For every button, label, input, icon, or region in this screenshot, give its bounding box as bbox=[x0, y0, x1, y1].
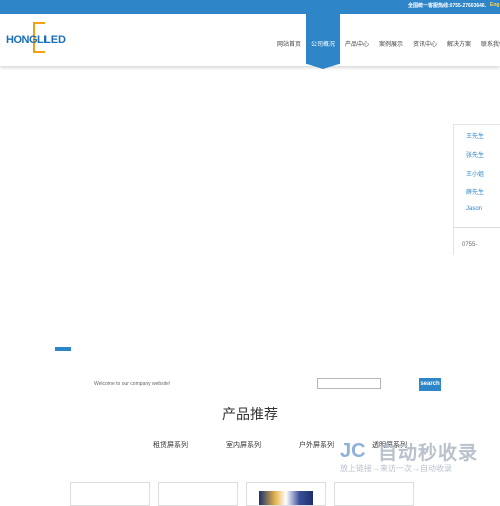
contact-link[interactable]: Jason bbox=[466, 206, 482, 212]
nav-item-company[interactable]: 公司概况 bbox=[306, 14, 340, 69]
watermark-logo: JC bbox=[340, 440, 366, 462]
logo-text-right: LED bbox=[44, 34, 66, 46]
product-image bbox=[259, 491, 313, 505]
top-bar: 全国统一客服热线:0755-27603646. Eng bbox=[0, 0, 500, 14]
search-input[interactable] bbox=[317, 378, 381, 389]
product-card[interactable] bbox=[70, 482, 150, 506]
company-logo[interactable]: HONGLI LED bbox=[6, 22, 68, 56]
category-tab-indoor[interactable]: 室内屏系列 bbox=[226, 440, 261, 450]
nav-item-contact[interactable]: 联系我们 bbox=[476, 14, 500, 66]
product-card[interactable] bbox=[246, 482, 326, 506]
nav-item-news[interactable]: 资讯中心 bbox=[408, 14, 442, 66]
watermark-title: 自动秒收录 bbox=[378, 443, 479, 464]
product-card[interactable] bbox=[334, 482, 414, 506]
category-tab-outdoor[interactable]: 户外屏系列 bbox=[299, 440, 334, 450]
watermark: JC 自动秒收录 放上链接→来访一次→自动收录 bbox=[336, 438, 486, 478]
hotline-text: 全国统一客服热线:0755-27603646. bbox=[408, 3, 487, 9]
nav-item-solutions[interactable]: 解决方案 bbox=[442, 14, 476, 66]
divider bbox=[454, 227, 500, 228]
phone-number: 0755- bbox=[462, 242, 478, 248]
category-tab-rental[interactable]: 租赁屏系列 bbox=[153, 440, 188, 450]
contact-link[interactable]: 张先生 bbox=[466, 150, 484, 159]
side-contact-panel: 王先生 张先生 王小姐 薛先生 Jason 0755- bbox=[453, 124, 500, 255]
nav-item-products[interactable]: 产品中心 bbox=[340, 14, 374, 66]
search-button[interactable]: search bbox=[419, 378, 441, 391]
contact-link[interactable]: 王先生 bbox=[466, 131, 484, 140]
contact-link[interactable]: 薛先生 bbox=[466, 187, 484, 196]
logo-text-left: HONGLI bbox=[6, 34, 46, 46]
english-link[interactable]: Eng bbox=[490, 2, 499, 8]
welcome-text: Welcome to our company website! bbox=[94, 381, 171, 387]
product-card[interactable] bbox=[158, 482, 238, 506]
section-title: 产品推荐 bbox=[222, 407, 278, 423]
nav-item-cases[interactable]: 案例展示 bbox=[374, 14, 408, 66]
watermark-subtitle: 放上链接→来访一次→自动收录 bbox=[340, 464, 452, 473]
slider-indicator[interactable] bbox=[55, 347, 71, 351]
contact-link[interactable]: 王小姐 bbox=[466, 169, 484, 178]
nav-item-home[interactable]: 网站首页 bbox=[272, 14, 306, 66]
